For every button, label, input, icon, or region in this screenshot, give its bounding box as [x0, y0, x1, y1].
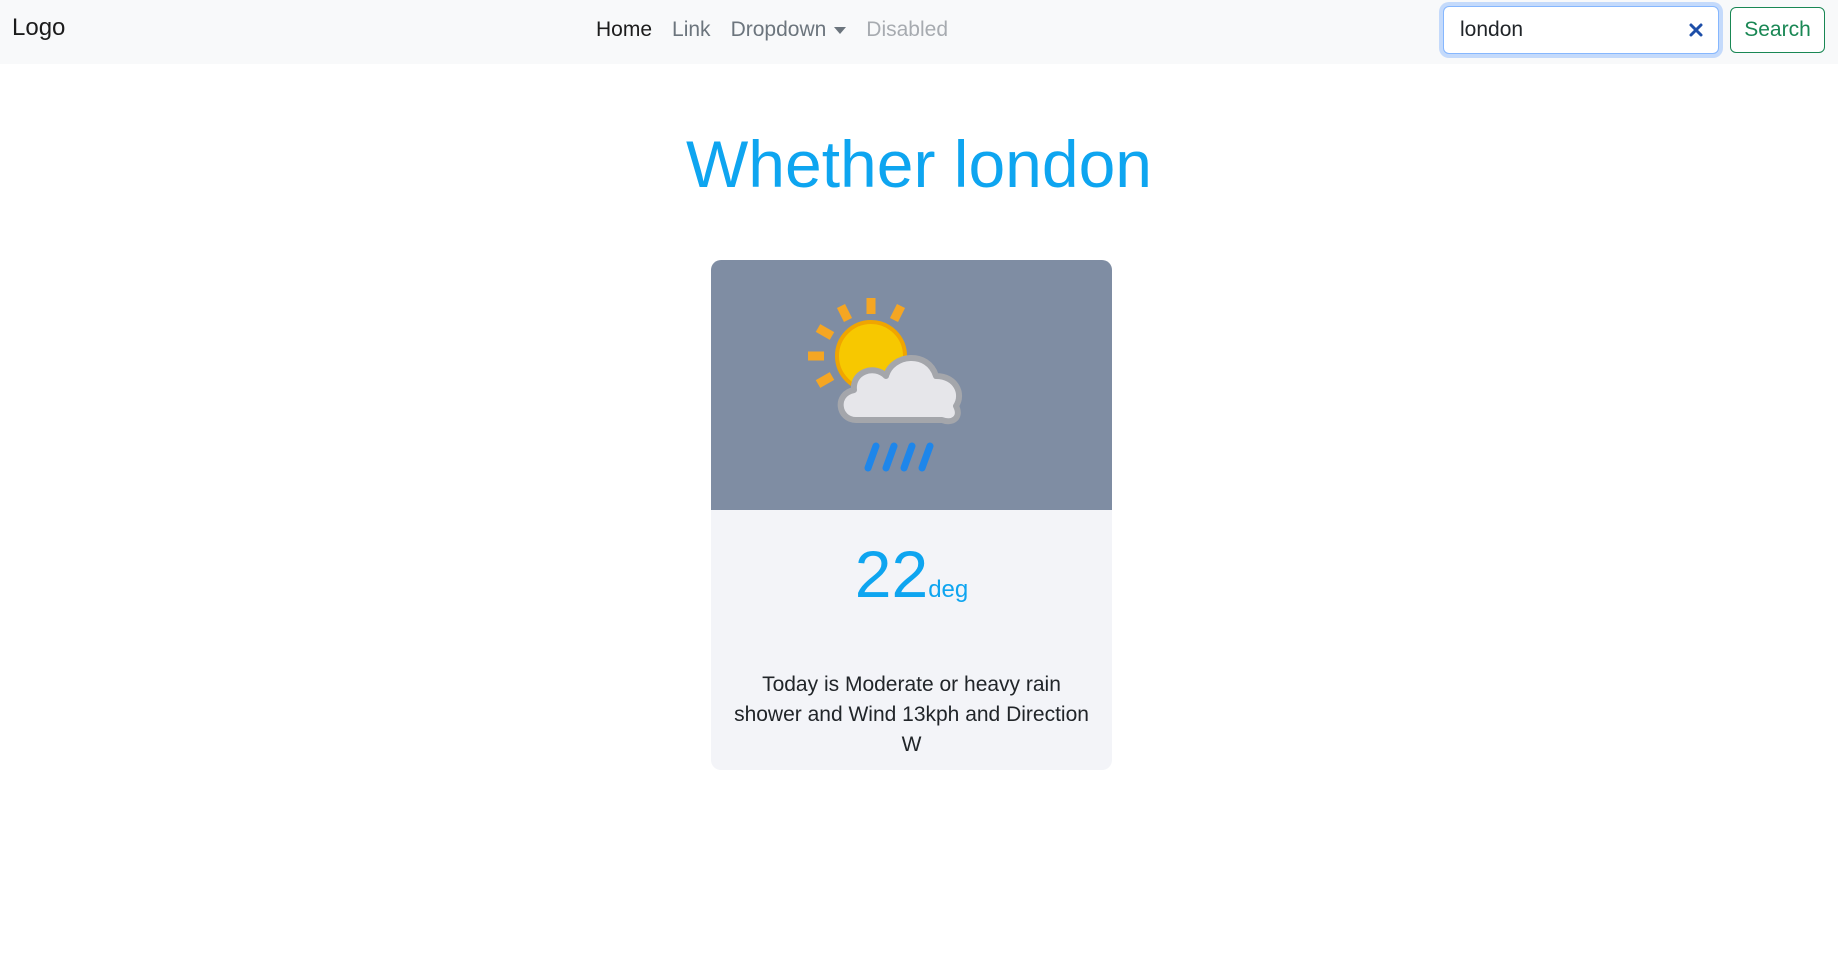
search-field: [1443, 6, 1719, 54]
navbar: Logo Home Link Dropdown Disabled Search: [0, 0, 1838, 64]
weather-description: Today is Moderate or heavy rain shower a…: [734, 673, 1089, 756]
temperature-unit: deg: [928, 576, 969, 603]
search-input[interactable]: [1460, 7, 1680, 53]
rain-shower-weather-icon: [808, 298, 963, 472]
weather-card: 22deg Today is Moderate or heavy rain sh…: [711, 260, 1112, 770]
temperature: 22deg: [711, 538, 1112, 610]
nav-links: Home Link Dropdown Disabled: [596, 18, 958, 42]
temperature-value: 22: [854, 537, 929, 611]
caret-down-icon: [834, 26, 847, 34]
nav-link-disabled: Disabled: [866, 18, 949, 41]
search-button[interactable]: Search: [1730, 7, 1825, 53]
nav-dropdown-label: Dropdown: [730, 18, 827, 41]
nav-link-link[interactable]: Link: [662, 18, 721, 42]
weather-image: [711, 260, 1112, 510]
brand-logo[interactable]: Logo: [12, 14, 65, 42]
nav-link-home[interactable]: Home: [596, 18, 662, 42]
nav-dropdown-toggle[interactable]: Dropdown: [721, 18, 857, 42]
clear-search-icon[interactable]: [1686, 20, 1706, 40]
page-title: Whether london: [686, 127, 1152, 201]
